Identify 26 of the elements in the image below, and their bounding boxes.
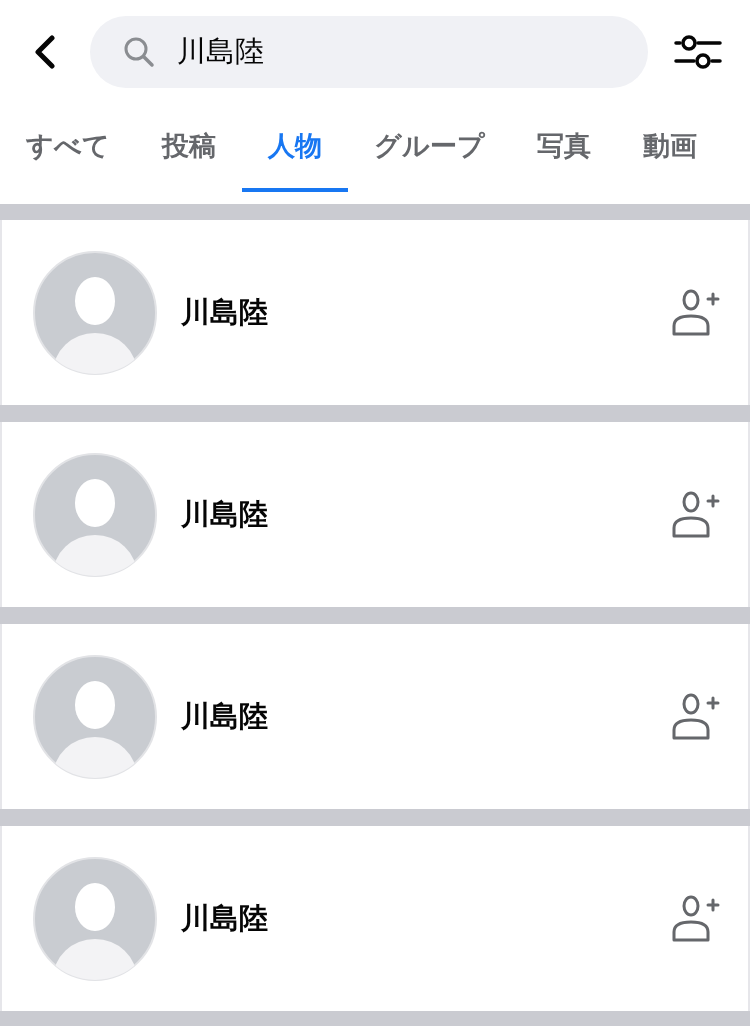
tab[interactable]: 投稿	[136, 104, 242, 192]
person-card[interactable]: 川島陸	[0, 826, 750, 1011]
avatar-icon	[33, 250, 157, 375]
filter-icon[interactable]	[674, 34, 722, 70]
person-name: 川島陸	[181, 495, 269, 533]
avatar-icon	[33, 856, 157, 981]
tab[interactable]: グループ	[348, 104, 511, 192]
search-icon	[123, 36, 155, 68]
back-icon[interactable]	[33, 35, 57, 69]
person-card[interactable]: 川島陸	[0, 422, 750, 607]
tab[interactable]: 写真	[511, 104, 617, 192]
tab[interactable]: 人物	[242, 104, 348, 192]
add-friend-icon[interactable]	[670, 691, 720, 742]
search-field[interactable]: 川島陸	[90, 16, 648, 88]
avatar-icon	[33, 654, 157, 779]
person-name: 川島陸	[181, 697, 269, 735]
tab[interactable]: 動画	[617, 104, 723, 192]
person-card[interactable]: 川島陸	[0, 624, 750, 809]
person-card[interactable]: 川島陸	[0, 220, 750, 405]
add-friend-icon[interactable]	[670, 893, 720, 944]
avatar-icon	[33, 452, 157, 577]
add-friend-icon[interactable]	[670, 489, 720, 540]
add-friend-icon[interactable]	[670, 287, 720, 338]
person-name: 川島陸	[181, 293, 269, 331]
tab[interactable]: すべて	[0, 104, 136, 192]
person-name: 川島陸	[181, 899, 269, 937]
